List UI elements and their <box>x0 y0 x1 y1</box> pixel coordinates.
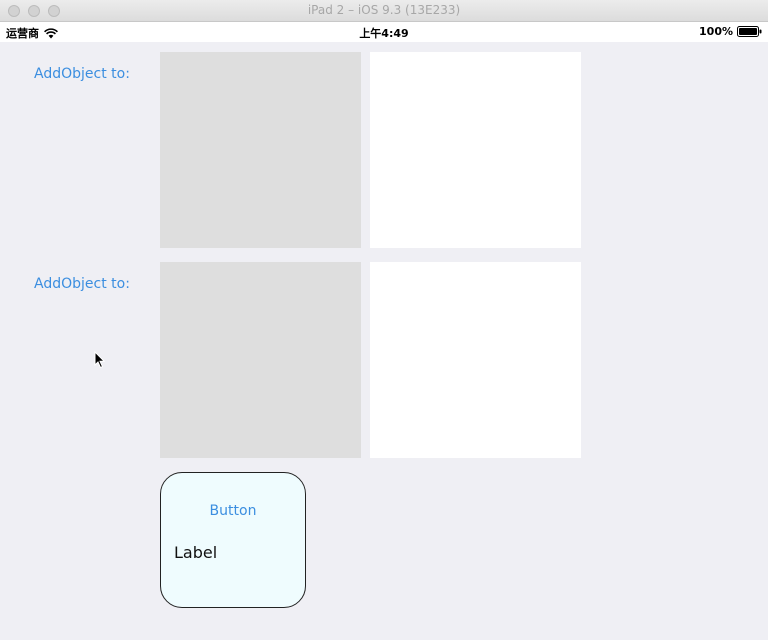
battery-icon <box>737 26 762 37</box>
window-title: iPad 2 – iOS 9.3 (13E233) <box>307 3 461 17</box>
status-clock: 上午4:49 <box>359 27 409 40</box>
ios-status-bar: 运营商 上午4:49 100% <box>0 22 768 42</box>
mouse-cursor-icon <box>94 351 106 369</box>
target-view-white-1[interactable] <box>370 52 581 248</box>
target-view-gray-1[interactable] <box>160 52 361 248</box>
add-object-label-1: AddObject to: <box>34 66 130 82</box>
window-titlebar: iPad 2 – iOS 9.3 (13E233) <box>0 0 768 22</box>
battery-group: 100% <box>699 25 762 38</box>
draggable-object-card[interactable]: Button Label <box>160 472 306 608</box>
simulator-window: iPad 2 – iOS 9.3 (13E233) 运营商 上午4:49 100… <box>0 0 768 640</box>
battery-percent: 100% <box>699 25 733 38</box>
add-object-label-2: AddObject to: <box>34 276 130 292</box>
card-label: Label <box>174 543 218 562</box>
target-view-white-2[interactable] <box>370 262 581 458</box>
target-view-gray-2[interactable] <box>160 262 361 458</box>
card-button[interactable]: Button <box>161 503 305 519</box>
